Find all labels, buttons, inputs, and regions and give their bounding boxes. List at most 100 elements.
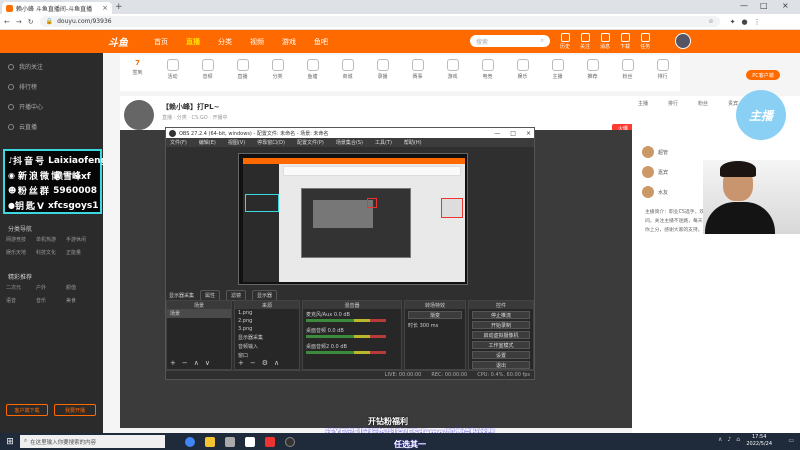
douyu-logo[interactable]: 斗鱼 <box>108 34 140 50</box>
obs-preview[interactable] <box>238 153 468 285</box>
rp-tab[interactable]: 主播 <box>638 100 648 107</box>
down-icon[interactable]: ∨ <box>205 359 210 367</box>
sidebar-item-center[interactable]: 开播中心 <box>8 102 43 111</box>
category-item[interactable]: 粉丝 <box>615 59 641 80</box>
gear-icon[interactable]: ⚙ <box>262 359 268 367</box>
maximize-icon[interactable]: □ <box>760 1 768 10</box>
category-item[interactable]: 商城 <box>335 59 361 80</box>
obs-menu-item[interactable]: 视图(V) <box>228 139 245 146</box>
rp-user[interactable]: 超管 <box>642 146 668 158</box>
obs-menu-item[interactable]: 场景集合(S) <box>336 139 363 146</box>
category-item[interactable]: 录播 <box>370 59 396 80</box>
nav-item[interactable]: 游戏 <box>282 37 296 47</box>
scene-item[interactable]: 场景 <box>167 309 231 318</box>
rp-tab[interactable]: 排行 <box>668 100 678 107</box>
minimize-icon[interactable]: — <box>494 130 500 137</box>
sidebar-category[interactable]: 正能量 <box>66 249 96 256</box>
studio-mode-button[interactable]: 工作室模式 <box>472 341 530 349</box>
clock[interactable]: 17:54 2022/5/24 <box>746 434 772 448</box>
sidebar-category[interactable]: 单机热游 <box>36 236 66 243</box>
follow-button[interactable]: 关注 <box>580 33 590 50</box>
menu-icon[interactable]: ⋮ <box>754 18 761 26</box>
promo-bubble[interactable]: 主播 <box>736 90 786 140</box>
sidebar-category[interactable]: 美食 <box>66 297 96 304</box>
sidebar-category[interactable]: 颜值 <box>66 284 96 291</box>
category-item[interactable]: 7 签到 <box>125 59 151 76</box>
app-icon[interactable] <box>265 436 275 447</box>
start-recording-button[interactable]: 开始录制 <box>472 321 530 329</box>
reload-icon[interactable]: ↻ <box>28 18 34 26</box>
up-icon[interactable]: ∧ <box>274 359 279 367</box>
close-window-icon[interactable]: × <box>782 1 789 10</box>
sidebar-category[interactable]: 手游休闲 <box>66 236 96 243</box>
category-item[interactable]: 主播 <box>545 59 571 80</box>
category-item[interactable]: 游戏 <box>440 59 466 80</box>
rp-tab[interactable]: 粉丝 <box>698 100 708 107</box>
exit-button[interactable]: 退出 <box>472 361 530 369</box>
sidebar-category[interactable]: 户外 <box>36 284 66 291</box>
remove-icon[interactable]: − <box>182 359 188 367</box>
source-item[interactable]: 3.png <box>235 325 299 333</box>
category-item[interactable]: 排行 <box>650 59 676 80</box>
properties-button[interactable]: 属性 <box>200 289 221 301</box>
category-item[interactable]: 赛事 <box>405 59 431 80</box>
user-avatar[interactable] <box>675 33 691 49</box>
notification-icon[interactable]: ▭ <box>788 437 794 444</box>
pc-client-button[interactable]: PC客户端 <box>746 70 780 80</box>
add-icon[interactable]: + <box>238 359 244 367</box>
forward-icon[interactable]: → <box>16 18 22 26</box>
tray-up-icon[interactable]: ∧ <box>718 436 722 443</box>
source-item[interactable]: 音频输入 <box>235 342 299 351</box>
nav-item[interactable]: 视频 <box>250 37 264 47</box>
source-item[interactable]: 1.png <box>235 309 299 317</box>
virtual-camera-button[interactable]: 启动虚拟摄像机 <box>472 331 530 339</box>
message-button[interactable]: 消息 <box>600 33 610 50</box>
maximize-icon[interactable]: □ <box>510 130 516 137</box>
display-select[interactable]: 显示器 <box>252 289 278 301</box>
download-button[interactable]: 下载 <box>620 33 630 50</box>
network-icon[interactable]: ⌂ <box>736 436 740 443</box>
volume-icon[interactable]: ♪ <box>727 436 731 443</box>
obs-menu-item[interactable]: 文件(F) <box>170 139 187 146</box>
sidebar-category[interactable]: 二次元 <box>6 284 36 291</box>
category-item[interactable]: 电竞 <box>475 59 501 80</box>
add-icon[interactable]: + <box>170 359 176 367</box>
duration-input[interactable]: 300 ms <box>420 323 439 329</box>
sidebar-category[interactable]: 音乐 <box>36 297 66 304</box>
volume-meter[interactable] <box>306 351 386 354</box>
source-item[interactable]: 2.png <box>235 317 299 325</box>
folder-icon[interactable] <box>205 436 215 447</box>
sidebar-category[interactable]: 娱乐天地 <box>6 249 36 256</box>
nav-item[interactable]: 首页 <box>154 37 168 47</box>
sidebar-item-rank[interactable]: 排行榜 <box>8 82 37 91</box>
sidebar-item-cloud[interactable]: 云直播 <box>8 122 37 131</box>
close-icon[interactable]: × <box>526 130 531 137</box>
close-tab-icon[interactable]: × <box>102 4 108 12</box>
stop-streaming-button[interactable]: 停止推流 <box>472 311 530 319</box>
remove-icon[interactable]: − <box>250 359 256 367</box>
browser-tab[interactable]: 赖小峰 斗鱼直播间-斗鱼直播 × <box>2 2 112 14</box>
nav-item[interactable]: 分类 <box>218 37 232 47</box>
obs-menu-item[interactable]: 配置文件(P) <box>297 139 324 146</box>
rp-user[interactable]: 水友 <box>642 186 668 198</box>
sidebar-category[interactable]: 科技文化 <box>36 249 66 256</box>
category-item[interactable]: 音频 <box>195 59 221 80</box>
rp-user[interactable]: 嘉宾 <box>642 166 668 178</box>
star-icon[interactable]: ☆ <box>708 18 713 25</box>
nav-item[interactable]: 直播 <box>186 37 200 47</box>
category-item[interactable]: 鱼塘 <box>300 59 326 80</box>
history-button[interactable]: 历史 <box>560 33 570 50</box>
volume-meter[interactable] <box>306 335 386 338</box>
category-item[interactable]: 分类 <box>265 59 291 80</box>
category-item[interactable]: 直播 <box>230 59 256 80</box>
transition-select[interactable]: 渐变 <box>408 311 462 319</box>
sidebar-item-follow[interactable]: 我的关注 <box>8 62 43 71</box>
settings-button[interactable]: 设置 <box>472 351 530 359</box>
nav-item[interactable]: 鱼吧 <box>314 37 328 47</box>
filters-button[interactable]: 滤镜 <box>226 289 247 301</box>
profile-icon[interactable]: ● <box>742 18 748 26</box>
app-icon[interactable] <box>225 436 235 447</box>
client-download-button[interactable]: 客户端下载 <box>6 404 48 416</box>
category-item[interactable]: 推荐 <box>580 59 606 80</box>
sidebar-category[interactable]: 语音 <box>6 297 36 304</box>
